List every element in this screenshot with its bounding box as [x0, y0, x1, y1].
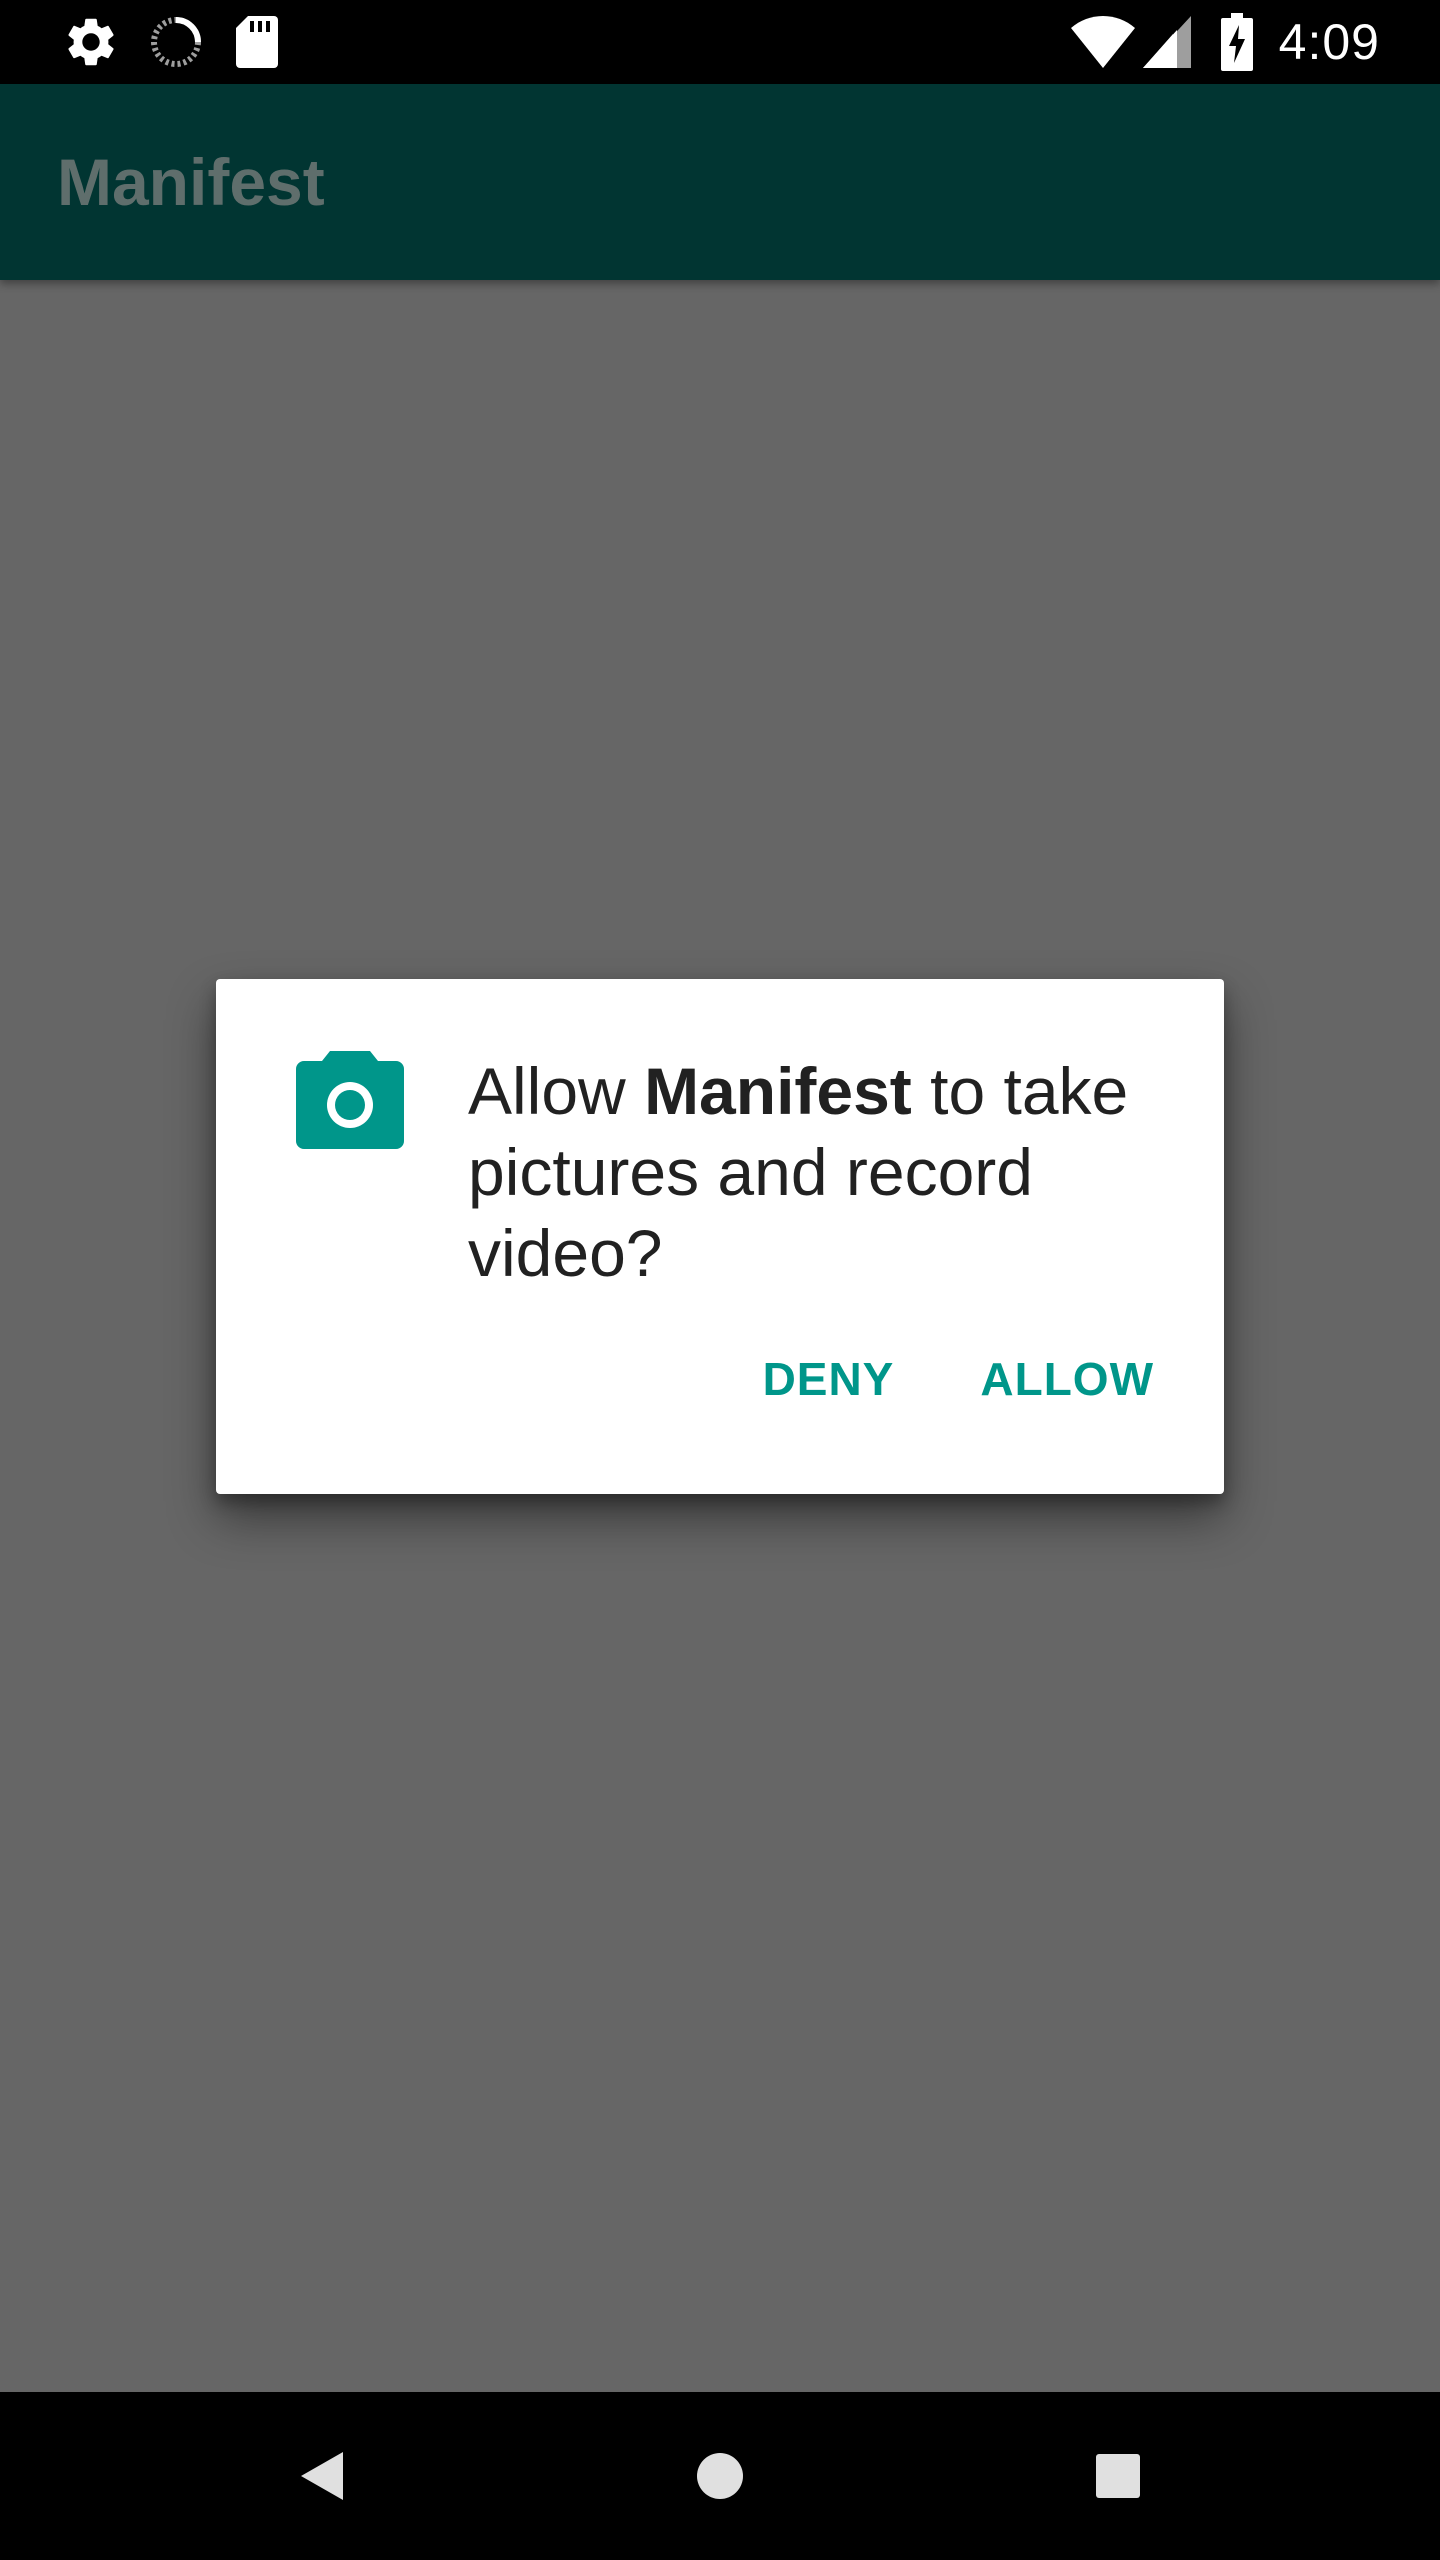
home-button[interactable] [650, 2392, 790, 2560]
permission-dialog: Allow Manifest to take pictures and reco… [216, 979, 1224, 1494]
sd-card-icon [236, 16, 278, 68]
app-title: Manifest [57, 145, 325, 219]
dialog-message: Allow Manifest to take pictures and reco… [468, 1051, 1178, 1294]
dialog-message-prefix: Allow [468, 1054, 645, 1128]
gear-icon [62, 13, 120, 71]
battery-charging-icon [1220, 13, 1253, 71]
status-left-icons [62, 0, 278, 84]
dialog-actions: DENY ALLOW [749, 1337, 1168, 1421]
back-icon [301, 2452, 343, 2500]
signal-icon [1142, 16, 1191, 68]
back-button[interactable] [252, 2392, 392, 2560]
recents-icon [1096, 2454, 1140, 2498]
camera-icon [296, 1051, 404, 1149]
sync-icon [150, 16, 202, 68]
deny-button[interactable]: DENY [749, 1344, 909, 1414]
allow-button[interactable]: ALLOW [966, 1344, 1168, 1414]
home-icon [696, 2452, 744, 2500]
status-bar: 4:09 [0, 0, 1440, 84]
wifi-icon [1070, 16, 1135, 68]
status-right-icons: 4:09 [1070, 0, 1380, 84]
status-time: 4:09 [1278, 14, 1380, 70]
dialog-app-name: Manifest [644, 1054, 912, 1128]
nav-bar [0, 2392, 1440, 2560]
recents-button[interactable] [1048, 2392, 1188, 2560]
app-bar: Manifest [0, 84, 1440, 280]
